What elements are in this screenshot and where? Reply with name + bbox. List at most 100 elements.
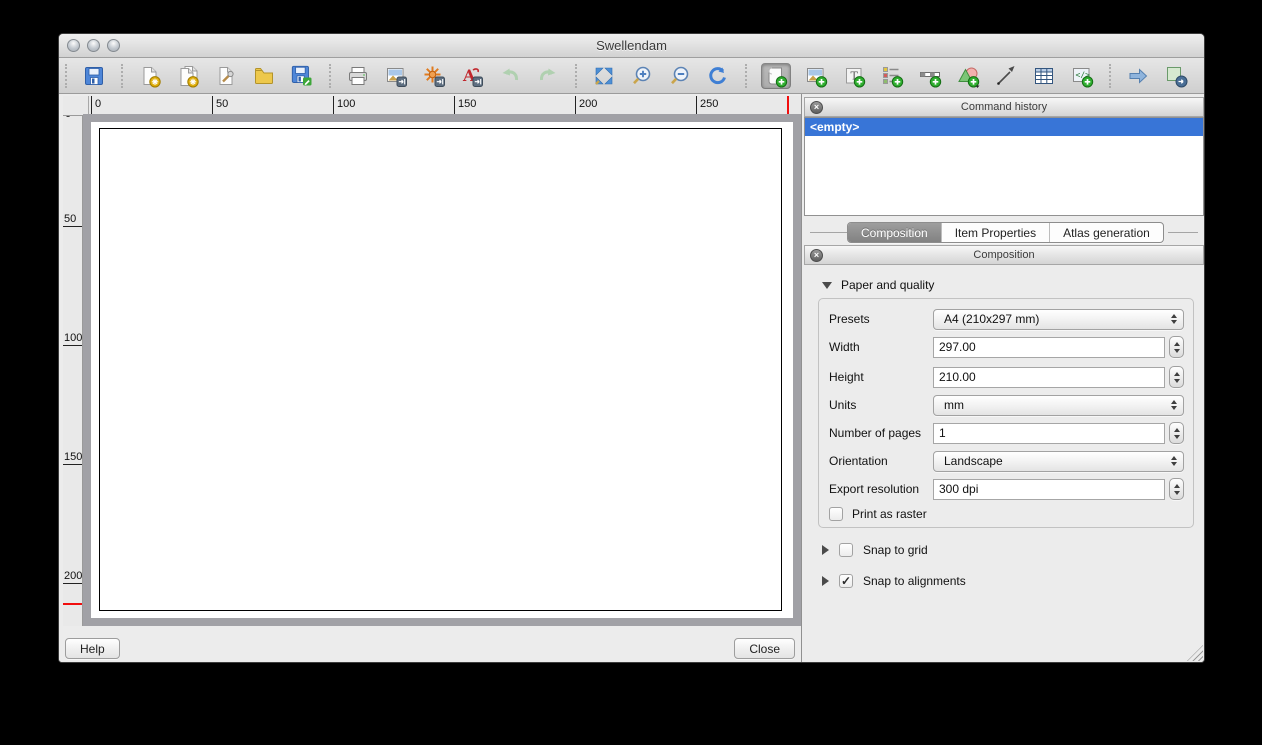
composer-manager-button[interactable] [213,63,239,89]
composition-panel-header: × Composition [804,245,1204,265]
composer-window: Swellendam A T </> [58,33,1205,663]
presets-select[interactable]: A4 (210x297 mm) [933,309,1184,330]
undo-icon [498,64,522,88]
add-attribute-table-button[interactable] [1031,63,1057,89]
command-history-header: × Command history [804,97,1204,117]
expand-triangle-icon[interactable] [822,576,829,586]
add-image-button[interactable] [803,63,829,89]
export-resolution-stepper[interactable] [1169,478,1184,500]
select-arrows-icon [1171,452,1177,471]
horizontal-ruler: 0 50 100 150 200 250 [89,96,801,116]
h-tick: 200 [575,96,597,115]
add-image-icon [804,64,828,88]
v-tick: 150 [63,451,82,465]
num-pages-label: Number of pages [829,426,933,440]
export-resolution-input[interactable] [933,479,1165,500]
edit-nodes-icon [1202,64,1205,88]
toolbar-separator [745,64,747,88]
units-select[interactable]: mm [933,395,1184,416]
toolbar-separator [329,64,331,88]
width-stepper[interactable] [1169,336,1184,358]
dialog-footer: Help Close [59,626,801,663]
paper-page[interactable] [99,128,782,611]
save-template-icon [290,64,314,88]
tab-item-properties[interactable]: Item Properties [941,223,1049,242]
close-panel-icon[interactable]: × [810,249,823,262]
duplicate-composition-button[interactable] [175,63,201,89]
edit-nodes-button[interactable] [1201,63,1205,89]
export-as-image-button[interactable] [383,63,409,89]
v-tick: 100 [63,332,82,346]
toolbar: A T </> » [59,58,1204,94]
composition-canvas[interactable] [83,114,801,626]
undo-button[interactable] [497,63,523,89]
export-as-pdf-button[interactable]: A [459,63,485,89]
tab-line [810,232,847,233]
zoom-full-button[interactable] [591,63,617,89]
add-scalebar-icon [918,64,942,88]
zoom-full-icon [592,64,616,88]
orientation-label: Orientation [829,454,933,468]
ruler-corner [63,96,89,116]
add-arrow-button[interactable] [993,63,1019,89]
add-legend-button[interactable] [879,63,905,89]
snap-to-alignments-checkbox[interactable]: ✓ [839,574,853,588]
help-button[interactable]: Help [65,638,120,659]
page-edge-guide [787,96,789,115]
add-attribute-table-icon [1032,64,1056,88]
composition-work-area: 0 50 100 150 200 250 0 50 100 150 200 He… [59,94,801,663]
orientation-select[interactable]: Landscape [933,451,1184,472]
expand-triangle-icon[interactable] [822,545,829,555]
paper-quality-section-header[interactable]: Paper and quality [822,278,934,292]
width-input[interactable] [933,337,1165,358]
add-shape-icon [956,64,980,88]
export-as-svg-button[interactable] [421,63,447,89]
zoom-out-button[interactable] [667,63,693,89]
command-history-title: Command history [805,98,1203,116]
save-as-template-button[interactable] [289,63,315,89]
v-tick: 200 [63,570,82,584]
move-item-button[interactable] [1125,63,1151,89]
num-pages-input[interactable] [933,423,1165,444]
command-history-list[interactable]: <empty> [804,117,1204,216]
zoom-out-icon [668,64,692,88]
composition-panel-title: Composition [805,246,1203,264]
h-tick: 150 [454,96,476,115]
print-as-raster-checkbox[interactable] [829,507,843,521]
height-stepper[interactable] [1169,366,1184,388]
history-list-item[interactable]: <empty> [805,118,1203,136]
redo-button[interactable] [535,63,561,89]
add-new-map-button[interactable] [761,63,791,89]
export-resolution-label: Export resolution [829,482,933,496]
load-from-template-button[interactable] [251,63,277,89]
new-composition-button[interactable] [137,63,163,89]
folder-open-icon [252,64,276,88]
tab-atlas-generation[interactable]: Atlas generation [1049,223,1163,242]
width-label: Width [829,340,933,354]
close-panel-icon[interactable]: × [810,101,823,114]
add-label-button[interactable]: T [841,63,867,89]
add-shape-button[interactable] [955,63,981,89]
save-project-button[interactable] [81,63,107,89]
height-input[interactable] [933,367,1165,388]
move-content-button[interactable] [1163,63,1189,89]
title-bar[interactable]: Swellendam [59,34,1204,58]
duplicate-composition-icon [176,64,200,88]
toolbar-separator [121,64,123,88]
refresh-view-button[interactable] [705,63,731,89]
tab-composition[interactable]: Composition [848,223,941,242]
print-as-raster-label: Print as raster [852,507,927,521]
add-html-frame-button[interactable]: </> [1069,63,1095,89]
export-image-icon [384,64,408,88]
right-panel: × Command history <empty> Composition It… [801,94,1205,663]
close-button[interactable]: Close [734,638,795,659]
add-scalebar-button[interactable] [917,63,943,89]
zoom-in-button[interactable] [629,63,655,89]
move-content-icon [1164,64,1188,88]
snap-to-grid-checkbox[interactable] [839,543,853,557]
num-pages-stepper[interactable] [1169,422,1184,444]
save-icon [82,64,106,88]
new-composition-icon [138,64,162,88]
window-title: Swellendam [59,34,1204,58]
print-button[interactable] [345,63,371,89]
